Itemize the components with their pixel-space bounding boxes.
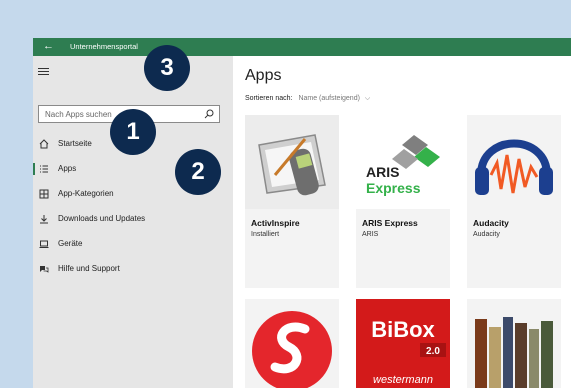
grid-icon	[39, 189, 49, 199]
callout-badge-3: 3	[144, 45, 190, 91]
app-tile-bibox[interactable]: BiBox 2.0 westermann	[356, 299, 450, 388]
sidebar-item-label: Apps	[58, 164, 77, 173]
app-tile-calibre[interactable]	[467, 299, 561, 388]
hamburger-menu-icon[interactable]	[38, 68, 49, 77]
bibox-logo-text: BiBox	[371, 317, 435, 342]
sidebar-item-label: Downloads und Updates	[58, 214, 146, 223]
audacity-logo-icon	[467, 115, 561, 209]
aris-logo-text: ARIS	[366, 164, 399, 180]
tile-subtitle: Installiert	[251, 231, 280, 238]
title-bar: ← Unternehmensportal	[33, 38, 571, 56]
chevron-down-icon[interactable]: ⌵	[365, 95, 370, 102]
red-s-logo-icon	[245, 299, 339, 388]
sidebar-item-geraete[interactable]: Geräte	[33, 234, 233, 254]
back-arrow-icon[interactable]: ←	[43, 40, 54, 53]
sidebar-item-label: Startseite	[58, 139, 92, 148]
bibox-version-text: 2.0	[426, 346, 440, 357]
app-tile-scrible[interactable]	[245, 299, 339, 388]
callout-badge-2: 2	[175, 149, 221, 195]
sidebar-item-label: App-Kategorien	[58, 189, 114, 198]
aris-logo-subtext: Express	[366, 180, 421, 196]
tile-name: Audacity	[473, 218, 509, 228]
page-title: Apps	[245, 67, 282, 84]
calibre-books-icon	[467, 299, 561, 388]
sidebar-item-hilfe[interactable]: Hilfe und Support	[33, 259, 233, 279]
search-placeholder: Nach Apps suchen	[45, 110, 112, 119]
tile-subtitle: ARIS	[362, 231, 379, 238]
activinspire-logo-icon	[245, 115, 339, 209]
list-icon	[40, 165, 48, 173]
company-portal-window: ← Unternehmensportal Nach Apps suchen St…	[33, 38, 571, 388]
sidebar-item-downloads[interactable]: Downloads und Updates	[33, 209, 233, 229]
sidebar-item-label: Geräte	[58, 239, 83, 248]
download-icon	[40, 215, 48, 224]
westermann-text: westermann	[373, 374, 433, 386]
app-tile-aris-express[interactable]: ARIS Express ARIS Express ARIS	[356, 115, 450, 288]
sidebar-item-label: Hilfe und Support	[58, 264, 120, 273]
aris-express-logo-icon: ARIS Express	[356, 115, 450, 209]
tile-subtitle: Audacity	[473, 231, 500, 238]
tile-name: ActivInspire	[251, 218, 300, 228]
search-icon[interactable]	[204, 109, 214, 119]
app-tile-activinspire[interactable]: ActivInspire Installiert	[245, 115, 339, 288]
help-icon	[40, 266, 49, 273]
device-icon	[39, 240, 49, 248]
sidebar: Nach Apps suchen Startseite Apps App-Kat…	[33, 56, 233, 388]
home-icon	[39, 139, 49, 149]
sort-control[interactable]: Sortieren nach: Name (aufsteigend) ⌵	[245, 95, 370, 103]
window-title: Unternehmensportal	[70, 42, 138, 51]
app-tile-audacity[interactable]: Audacity Audacity	[467, 115, 561, 288]
callout-badge-1: 1	[110, 109, 156, 155]
sort-value[interactable]: Name (aufsteigend)	[298, 95, 359, 102]
bibox-logo-icon: BiBox 2.0 westermann	[356, 299, 450, 388]
sort-label: Sortieren nach:	[245, 95, 293, 102]
tile-name: ARIS Express	[362, 218, 418, 228]
